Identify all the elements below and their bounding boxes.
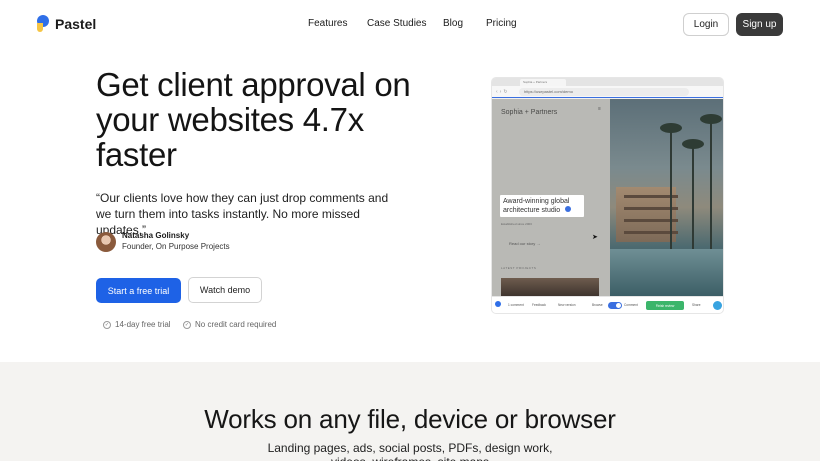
login-button[interactable]: Login [683, 13, 729, 36]
toolbar-comment-mode[interactable]: Comment [624, 303, 638, 307]
nav-link-features[interactable]: Features [308, 18, 347, 29]
browser-tab: Sophia + Partners [520, 79, 566, 86]
toolbar-comment-count[interactable]: 1 comment [508, 303, 524, 307]
toolbar-feedback[interactable]: Feedback [532, 303, 546, 307]
browser-tabbar: Sophia + Partners [492, 78, 723, 86]
hero-title: Get client approval on your websites 4.7… [96, 66, 411, 173]
testimonial-author: Natasha Golinsky Founder, On Purpose Pro… [96, 231, 230, 252]
features-section: Works on any file, device or browser Lan… [0, 362, 820, 461]
pastel-logo-icon [37, 15, 49, 32]
pastel-toolbar: 1 comment Feedback New version Browse Co… [492, 296, 723, 313]
perk-label: No credit card required [195, 320, 277, 329]
check-circle-icon: ✓ [183, 320, 191, 329]
brand-name: Pastel [55, 15, 97, 32]
author-role: Founder, On Purpose Projects [122, 242, 230, 251]
finish-review-button[interactable]: Finish review [646, 301, 684, 310]
page: Pastel Features Case Studies Blog Pricin… [0, 0, 820, 461]
site-small-text: Established since 2003 [501, 222, 532, 226]
building-shape [616, 187, 678, 242]
avatar [96, 231, 116, 252]
help-icon[interactable] [713, 301, 722, 310]
signup-button[interactable]: Sign up [736, 13, 783, 36]
nav-link-pricing[interactable]: Pricing [486, 18, 517, 29]
site-thumbnail [501, 278, 599, 296]
nav-link-case-studies[interactable]: Case Studies [367, 18, 426, 29]
section-title: Works on any file, device or browser [204, 404, 616, 434]
toolbar-new-version[interactable]: New version [558, 303, 576, 307]
section-subtitle: Landing pages, ads, social posts, PDFs, … [267, 441, 553, 461]
site-latest-label: LATEST PROJECTS [501, 266, 537, 270]
toolbar-share[interactable]: Share [692, 303, 701, 307]
perk-label: 14-day free trial [115, 320, 171, 329]
mode-toggle[interactable] [608, 302, 622, 309]
browser-nav-icons: ‹›↻ [496, 89, 510, 95]
browser-urlbar: ‹›↻ https://usepastel.com/demo [492, 86, 723, 98]
toolbar-browse[interactable]: Browse [592, 303, 603, 307]
site-preview-photo [610, 99, 723, 296]
author-name: Natasha Golinsky [122, 231, 190, 240]
perk-no-card: ✓ No credit card required [183, 320, 276, 329]
pool-shape [610, 249, 723, 296]
check-circle-icon: ✓ [103, 320, 111, 329]
site-link: Read our story → [509, 241, 541, 246]
cursor-icon: ➤ [592, 234, 598, 241]
comment-pin-icon[interactable] [565, 206, 571, 212]
product-screenshot: Sophia + Partners ‹›↻ https://usepastel.… [492, 78, 723, 313]
top-nav: Pastel Features Case Studies Blog Pricin… [0, 0, 820, 48]
pastel-logo-icon [495, 301, 501, 309]
perk-free-trial: ✓ 14-day free trial [103, 320, 171, 329]
browser-url: https://usepastel.com/demo [519, 88, 689, 96]
nav-link-blog[interactable]: Blog [443, 18, 463, 29]
comment-highlight[interactable]: Award-winning global architecture studio [500, 195, 584, 217]
start-free-trial-button[interactable]: Start a free trial [96, 278, 181, 303]
logo[interactable]: Pastel [37, 15, 96, 32]
menu-icon: ≡ [598, 106, 601, 112]
site-brand: Sophia + Partners [501, 109, 558, 116]
watch-demo-button[interactable]: Watch demo [188, 277, 262, 303]
